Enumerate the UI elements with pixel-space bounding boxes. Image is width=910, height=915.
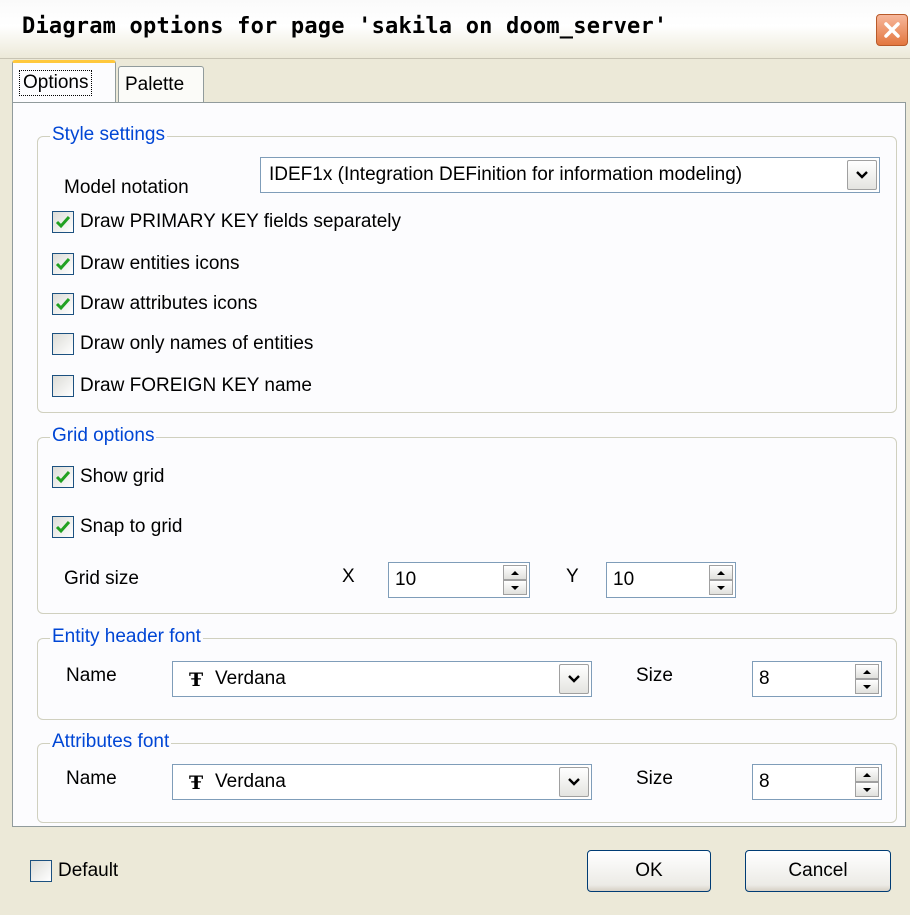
checkbox-draw-primary-key[interactable]: Draw PRIMARY KEY fields separately xyxy=(52,209,401,235)
entity-header-font-select[interactable]: Ŧ Verdana xyxy=(172,661,592,697)
attributes-font-legend: Attributes font xyxy=(50,731,172,753)
grid-options-group: Grid options Show grid Snap to grid Grid… xyxy=(37,425,897,614)
checkbox-box xyxy=(52,466,74,488)
checkbox-draw-only-names[interactable]: Draw only names of entities xyxy=(52,331,313,357)
grid-x-input[interactable] xyxy=(393,567,457,593)
attributes-font-select[interactable]: Ŧ Verdana xyxy=(172,764,592,800)
checkbox-label: Show grid xyxy=(80,466,165,487)
spin-down-button[interactable] xyxy=(709,580,733,595)
checkbox-box xyxy=(52,253,74,275)
checkbox-show-grid[interactable]: Show grid xyxy=(52,464,165,490)
grid-y-spinner[interactable] xyxy=(606,562,736,598)
arrow-up-icon xyxy=(511,570,519,575)
spin-down-button[interactable] xyxy=(503,580,527,595)
tab-palette-label: Palette xyxy=(125,73,185,95)
model-notation-dropdown-button[interactable] xyxy=(847,160,877,190)
tab-palette[interactable]: Palette xyxy=(118,66,204,102)
title-bar: Diagram options for page 'sakila on doom… xyxy=(0,0,910,59)
grid-size-label: Grid size xyxy=(64,568,139,589)
checkmark-icon xyxy=(55,471,71,484)
attributes-font-size-spin-buttons xyxy=(855,767,879,797)
checkbox-default[interactable]: Default xyxy=(30,858,118,884)
arrow-up-icon xyxy=(863,772,871,777)
chevron-down-icon xyxy=(856,171,868,179)
grid-x-spin-buttons xyxy=(503,565,527,595)
checkmark-icon xyxy=(55,216,71,229)
attributes-font-name-label: Name xyxy=(66,768,117,789)
arrow-down-icon xyxy=(863,787,871,792)
checkbox-label: Snap to grid xyxy=(80,516,183,537)
checkbox-snap-to-grid[interactable]: Snap to grid xyxy=(52,514,182,540)
style-settings-group: Style settings Model notation IDEF1x (In… xyxy=(37,124,897,413)
checkmark-icon xyxy=(55,521,71,534)
entity-header-font-value: Verdana xyxy=(215,668,286,689)
checkbox-box xyxy=(52,211,74,233)
model-notation-label: Model notation xyxy=(64,177,189,198)
attributes-font-size-spinner[interactable] xyxy=(752,764,882,800)
arrow-down-icon xyxy=(863,684,871,689)
entity-header-font-size-input[interactable] xyxy=(757,666,821,692)
chevron-down-icon xyxy=(568,675,580,683)
spin-up-button[interactable] xyxy=(855,664,879,679)
checkbox-box xyxy=(52,333,74,355)
grid-y-input[interactable] xyxy=(611,567,675,593)
arrow-down-icon xyxy=(511,585,519,590)
cancel-button[interactable]: Cancel xyxy=(745,850,891,892)
checkbox-box xyxy=(52,375,74,397)
tab-options[interactable]: Options xyxy=(12,60,116,102)
grid-y-spin-buttons xyxy=(709,565,733,595)
attributes-font-dropdown-button[interactable] xyxy=(559,767,589,797)
checkbox-draw-foreign-key-name[interactable]: Draw FOREIGN KEY name xyxy=(52,373,312,399)
spin-down-button[interactable] xyxy=(855,679,879,694)
attributes-font-group: Attributes font Name Ŧ Verdana Size xyxy=(37,731,897,823)
model-notation-select[interactable]: IDEF1x (Integration DEFinition for infor… xyxy=(260,157,880,193)
checkbox-label: Default xyxy=(58,860,119,881)
checkbox-label: Draw entities icons xyxy=(80,253,240,274)
model-notation-value: IDEF1x (Integration DEFinition for infor… xyxy=(269,164,743,185)
entity-header-font-name-label: Name xyxy=(66,665,117,686)
grid-options-legend: Grid options xyxy=(50,425,157,447)
entity-header-font-size-spinner[interactable] xyxy=(752,661,882,697)
checkbox-label: Draw FOREIGN KEY name xyxy=(80,375,312,396)
checkbox-box xyxy=(30,860,52,882)
checkmark-icon xyxy=(55,258,71,271)
checkbox-box xyxy=(52,516,74,538)
arrow-up-icon xyxy=(717,570,725,575)
spin-up-button[interactable] xyxy=(855,767,879,782)
options-panel: Style settings Model notation IDEF1x (In… xyxy=(12,102,906,827)
ok-button[interactable]: OK xyxy=(587,850,711,892)
spin-down-button[interactable] xyxy=(855,782,879,797)
spin-up-button[interactable] xyxy=(709,565,733,580)
grid-x-label: X xyxy=(342,566,355,587)
grid-x-spinner[interactable] xyxy=(388,562,530,598)
grid-y-label: Y xyxy=(566,566,579,587)
checkbox-label: Draw PRIMARY KEY fields separately xyxy=(80,211,402,232)
checkbox-box xyxy=(52,293,74,315)
truetype-font-icon: Ŧ xyxy=(189,772,204,794)
entity-header-font-group: Entity header font Name Ŧ Verdana Size xyxy=(37,626,897,720)
chevron-down-icon xyxy=(568,778,580,786)
attributes-font-size-input[interactable] xyxy=(757,769,821,795)
checkbox-label: Draw only names of entities xyxy=(80,333,314,354)
entity-header-font-size-label: Size xyxy=(636,665,673,686)
truetype-font-icon: Ŧ xyxy=(189,669,204,691)
spin-up-button[interactable] xyxy=(503,565,527,580)
window-title: Diagram options for page 'sakila on doom… xyxy=(22,14,668,39)
tab-strip: Options Palette xyxy=(0,58,910,104)
entity-header-font-legend: Entity header font xyxy=(50,626,203,648)
checkbox-draw-attributes-icons[interactable]: Draw attributes icons xyxy=(52,291,257,317)
checkbox-draw-entities-icons[interactable]: Draw entities icons xyxy=(52,251,239,277)
arrow-down-icon xyxy=(717,585,725,590)
entity-header-font-size-spin-buttons xyxy=(855,664,879,694)
close-icon xyxy=(884,22,900,38)
checkmark-icon xyxy=(55,298,71,311)
attributes-font-value: Verdana xyxy=(215,771,286,792)
arrow-up-icon xyxy=(863,669,871,674)
close-button[interactable] xyxy=(876,14,908,46)
tab-options-label: Options xyxy=(19,69,93,96)
entity-header-font-dropdown-button[interactable] xyxy=(559,664,589,694)
checkbox-label: Draw attributes icons xyxy=(80,293,258,314)
attributes-font-size-label: Size xyxy=(636,768,673,789)
style-settings-legend: Style settings xyxy=(50,124,167,146)
